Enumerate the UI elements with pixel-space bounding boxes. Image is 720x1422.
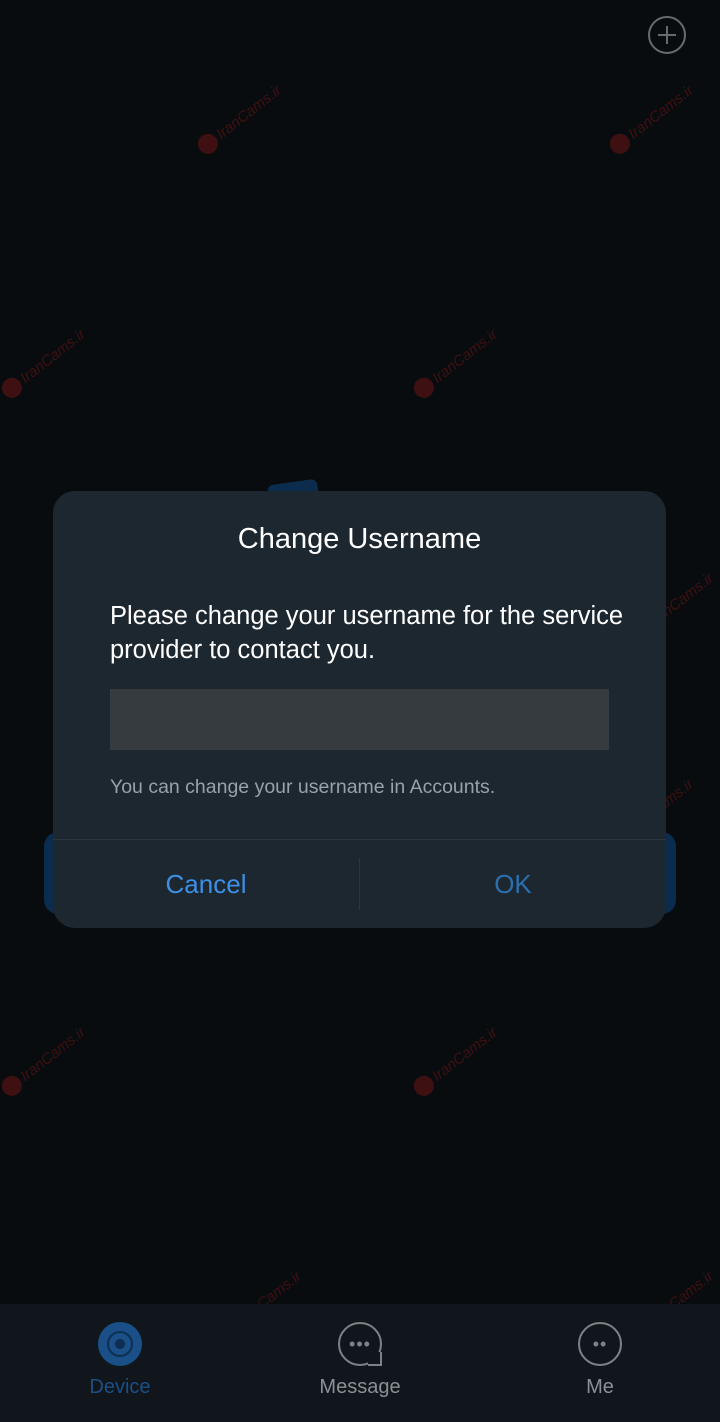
- dialog-title: Change Username: [237, 523, 482, 555]
- tab-me[interactable]: •• Me: [480, 1304, 720, 1422]
- tab-message[interactable]: ••• Message: [240, 1304, 480, 1422]
- profile-icon: ••: [578, 1322, 622, 1366]
- chat-bubble-icon: •••: [338, 1322, 382, 1366]
- cancel-button[interactable]: Cancel: [53, 858, 360, 910]
- bottom-tab-bar: Device ••• Message •• Me: [0, 1304, 720, 1422]
- tab-label: Device: [89, 1376, 151, 1398]
- tab-device[interactable]: Device: [0, 1304, 240, 1422]
- tab-label: Me: [586, 1376, 614, 1398]
- dialog-actions: Cancel OK: [53, 839, 666, 928]
- ok-button[interactable]: OK: [360, 840, 666, 928]
- change-username-dialog: Change Username Please change your usern…: [53, 491, 666, 928]
- dialog-hint: You can change your username in Accounts…: [110, 776, 496, 798]
- username-input[interactable]: [110, 689, 609, 750]
- dialog-message: Please change your username for the serv…: [110, 602, 624, 664]
- tab-label: Message: [319, 1376, 401, 1398]
- screen: IranCams.ir IranCams.ir IranCams.ir Iran…: [0, 0, 720, 1422]
- camera-icon: [98, 1322, 142, 1366]
